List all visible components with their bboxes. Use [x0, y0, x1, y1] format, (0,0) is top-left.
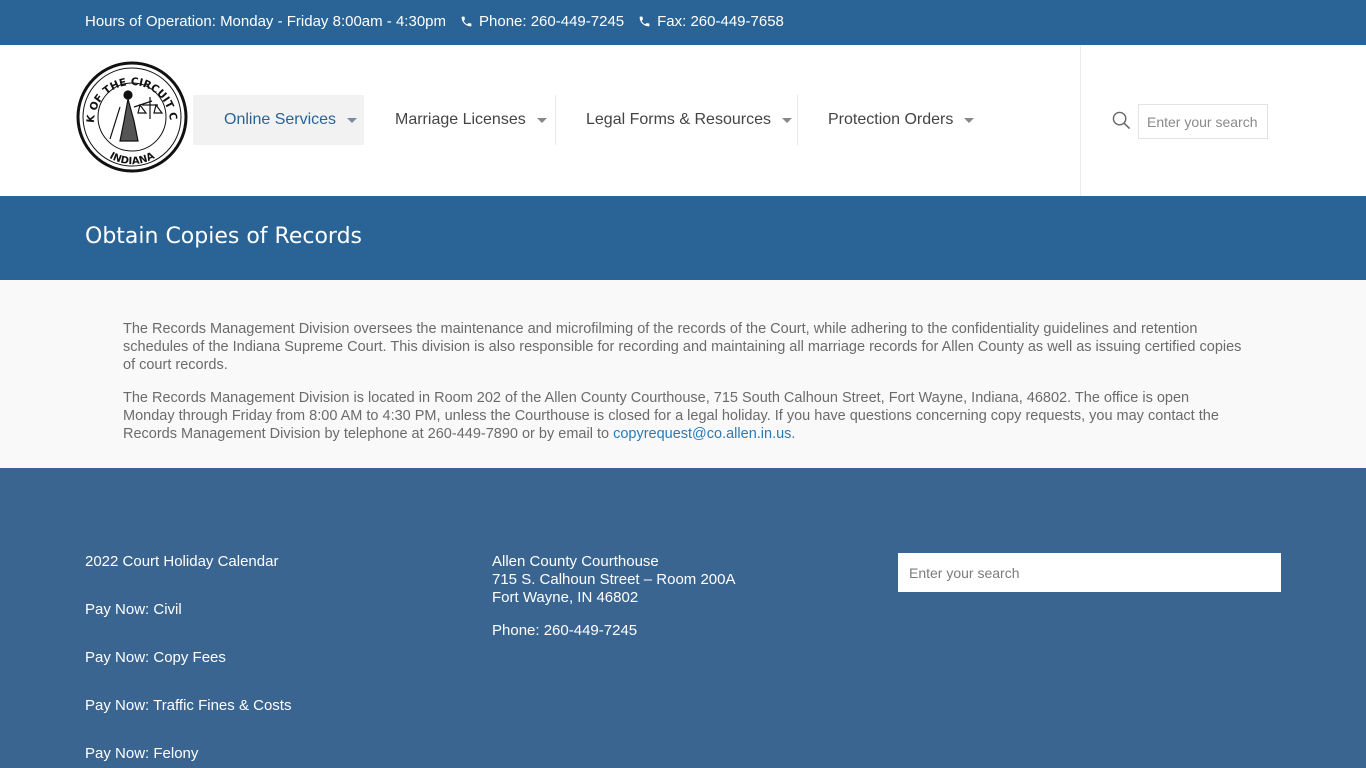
caret-down-icon	[347, 117, 358, 123]
clerk-seal-logo[interactable]: CLERK OF THE CIRCUIT COURT INDIANA	[76, 61, 188, 173]
page-title: Obtain Copies of Records	[85, 224, 362, 249]
address-line: 715 S. Calhoun Street – Room 200A	[492, 571, 736, 588]
main-content: The Records Management Division oversees…	[0, 280, 1366, 468]
phone-info: Phone: 260-449-7245	[460, 13, 624, 30]
nav-label: Protection Orders	[828, 111, 954, 128]
address-line: Fort Wayne, IN 46802	[492, 589, 639, 606]
footer-link-holiday-calendar[interactable]: 2022 Court Holiday Calendar	[85, 553, 291, 601]
search-icon[interactable]	[1112, 111, 1131, 130]
footer-search-input[interactable]	[898, 553, 1281, 592]
nav-online-services[interactable]: Online Services	[193, 95, 364, 145]
page-title-bar: Obtain Copies of Records	[0, 196, 1366, 280]
site-header: CLERK OF THE CIRCUIT COURT INDIANA Onlin…	[0, 45, 1366, 196]
caret-down-icon	[781, 117, 792, 123]
nav-legal-forms-resources[interactable]: Legal Forms & Resources	[556, 95, 798, 145]
footer-link-pay-civil[interactable]: Pay Now: Civil	[85, 601, 291, 649]
caret-down-icon	[964, 117, 975, 123]
fax-text: Fax: 260-449-7658	[657, 13, 784, 30]
phone-text: Phone: 260-449-7245	[479, 13, 625, 30]
footer-link-pay-felony[interactable]: Pay Now: Felony	[85, 745, 291, 768]
footer-link-pay-copy-fees[interactable]: Pay Now: Copy Fees	[85, 649, 291, 697]
intro-paragraph: The Records Management Division oversees…	[123, 321, 1242, 373]
nav-label: Marriage Licenses	[395, 111, 526, 128]
footer-link-pay-traffic[interactable]: Pay Now: Traffic Fines & Costs	[85, 697, 291, 745]
location-paragraph: The Records Management Division is locat…	[123, 389, 1243, 443]
paragraph-end: .	[791, 426, 796, 442]
header-divider	[1080, 45, 1081, 196]
phone-icon	[639, 16, 650, 27]
main-navigation: Online Services Marriage Licenses Legal …	[193, 95, 988, 145]
nav-label: Online Services	[224, 111, 337, 128]
caret-down-icon	[536, 117, 547, 123]
header-search-input[interactable]	[1138, 104, 1268, 139]
top-info-bar: Hours of Operation: Monday - Friday 8:00…	[0, 0, 1366, 45]
nav-protection-orders[interactable]: Protection Orders	[798, 95, 988, 145]
address-line: Allen County Courthouse	[492, 553, 659, 570]
footer-links: 2022 Court Holiday Calendar Pay Now: Civ…	[85, 553, 291, 768]
nav-marriage-licenses[interactable]: Marriage Licenses	[364, 95, 556, 145]
footer-phone: Phone: 260-449-7245	[492, 622, 638, 639]
footer-address: Allen County Courthouse 715 S. Calhoun S…	[492, 553, 736, 640]
email-link[interactable]: copyrequest@co.allen.in.us	[613, 426, 791, 442]
phone-icon	[461, 16, 472, 27]
nav-label: Legal Forms & Resources	[586, 111, 771, 128]
fax-info: Fax: 260-449-7658	[638, 13, 784, 30]
site-footer: 2022 Court Holiday Calendar Pay Now: Civ…	[0, 468, 1366, 768]
hours-of-operation: Hours of Operation: Monday - Friday 8:00…	[85, 13, 446, 30]
